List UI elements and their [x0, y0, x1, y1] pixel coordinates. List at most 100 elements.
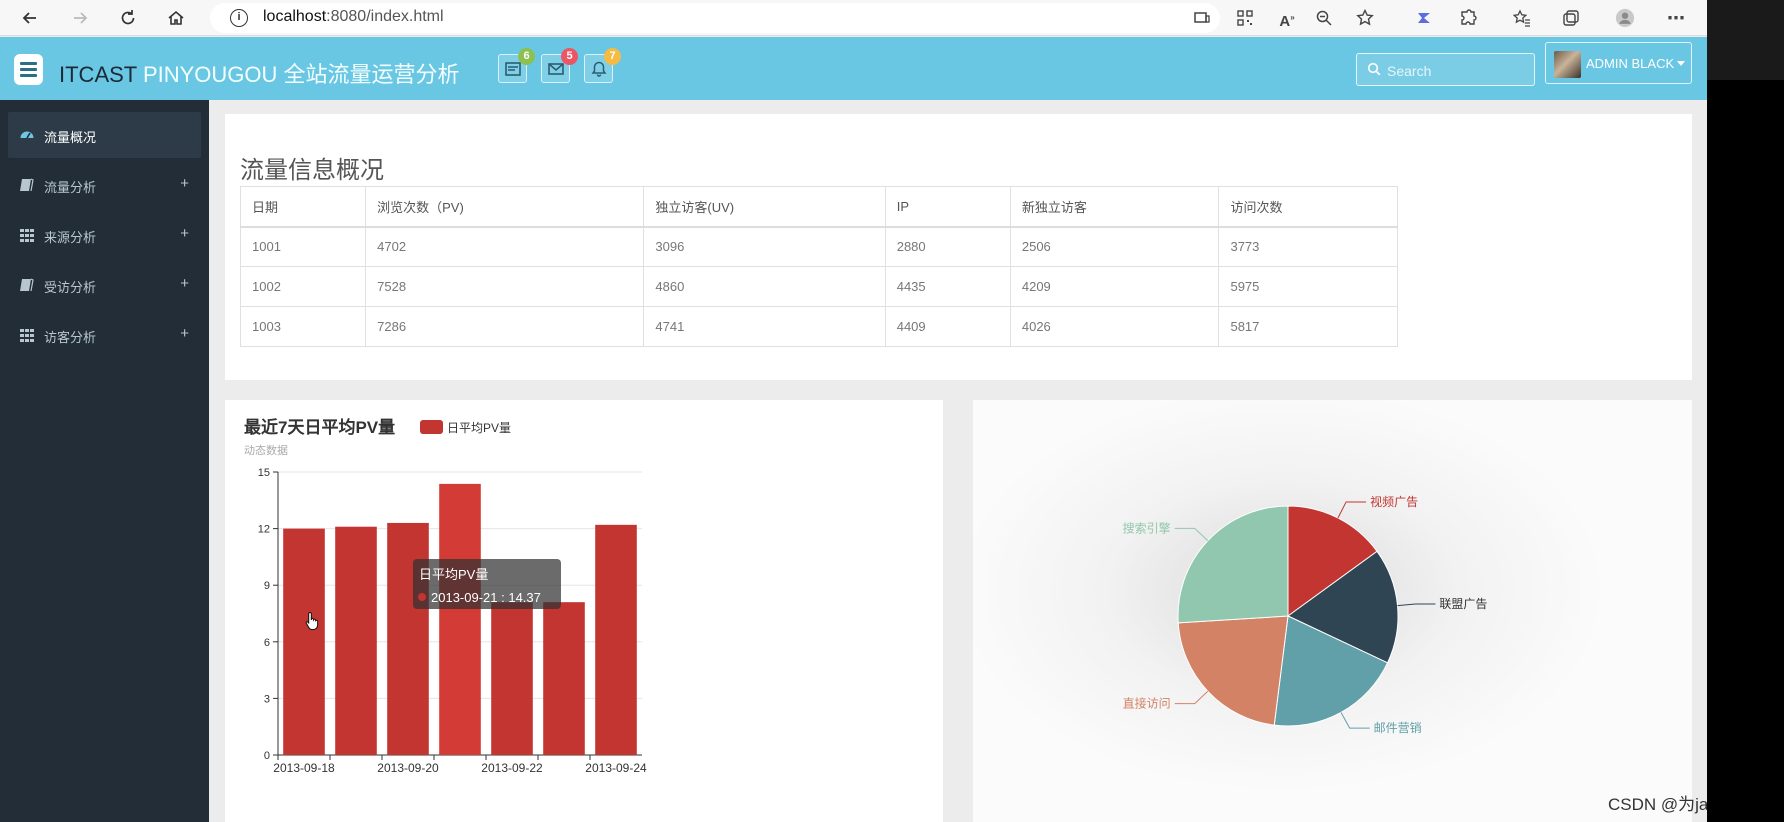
search-icon	[1367, 62, 1381, 76]
sidebar-item-source-analysis[interactable]: 来源分析 +	[8, 212, 201, 258]
extensions-puzzle-icon[interactable]	[1456, 6, 1480, 30]
grid-icon	[20, 229, 34, 242]
book-icon	[20, 278, 34, 292]
search-input[interactable]	[1387, 60, 1527, 81]
mail-button[interactable]: 5	[541, 48, 578, 83]
collections-icon[interactable]	[1559, 6, 1583, 30]
table-cell: 3773	[1218, 226, 1398, 267]
url-text[interactable]: localhost:8080/index.html	[263, 8, 444, 26]
pie-label: 直接访问	[1123, 696, 1171, 711]
bell-icon	[591, 61, 607, 77]
x-tick-label: 2013-09-22	[481, 761, 543, 775]
url-host: localhost	[263, 8, 327, 25]
column-header: 浏览次数（PV)	[365, 186, 645, 228]
pie-label: 邮件营销	[1374, 721, 1422, 735]
sidebar: 流量概况 流量分析 + 来源分析 + 受访分析 + 访客分析 +	[0, 100, 209, 822]
sidebar-toggle-button[interactable]	[14, 54, 43, 85]
table-cell: 4741	[643, 306, 886, 347]
chart-title: 最近7天日平均PV量	[244, 417, 395, 437]
browser-toolbar: i localhost:8080/index.html A» ⋯	[0, 0, 1707, 36]
y-tick-label: 0	[264, 750, 270, 762]
pie-label: 搜索引擎	[1123, 520, 1171, 535]
y-tick-label: 15	[258, 467, 270, 479]
bar	[283, 528, 325, 755]
column-header: 独立访客(UV)	[643, 186, 886, 228]
x-tick-label: 2013-09-18	[273, 761, 335, 775]
overview-title: 流量信息概况	[240, 157, 384, 184]
chart-subtitle: 动态数据	[244, 443, 288, 457]
app-header: ITCAST PINYOUGOU 全站流量运营分析 6 5 7 ADMIN BL…	[0, 37, 1707, 100]
x-tick-label: 2013-09-20	[377, 761, 439, 775]
user-menu-button[interactable]: ADMIN BLACK	[1545, 42, 1692, 84]
favorite-add-icon[interactable]	[1353, 6, 1377, 30]
column-header: 日期	[239, 186, 367, 228]
sidebar-item-label: 受访分析	[44, 280, 97, 295]
table-cell: 4435	[884, 266, 1011, 307]
bar	[543, 602, 585, 755]
table-cell: 3096	[643, 226, 886, 267]
table-cell: 4209	[1009, 266, 1220, 307]
messages-button[interactable]: 6	[498, 48, 535, 83]
app-title: ITCAST PINYOUGOU 全站流量运营分析	[59, 57, 460, 89]
notifications-badge: 7	[604, 48, 621, 65]
hamburger-icon	[20, 68, 37, 71]
tooltip-marker	[418, 593, 426, 601]
bar	[439, 483, 481, 755]
qr-code-icon[interactable]	[1233, 6, 1257, 30]
sidebar-item-visitor-analysis[interactable]: 访客分析 +	[8, 312, 201, 358]
expand-plus-icon: +	[180, 175, 189, 192]
grid-icon	[20, 329, 34, 342]
app-title-highlight: PINYOUGOU 全站流量运营分析	[142, 62, 460, 87]
tooltip-text: 2013-09-21 : 14.37	[431, 590, 541, 605]
site-info-icon[interactable]: i	[230, 9, 248, 27]
forward-icon[interactable]	[68, 6, 92, 30]
sidebar-item-traffic-overview[interactable]: 流量概况	[8, 112, 201, 158]
overview-panel: 流量信息概况 日期 浏览次数（PV) 独立访客(UV) IP 新独立访客 访问次…	[225, 114, 1692, 380]
pie-label-line	[1174, 690, 1209, 705]
table-cell: 1003	[239, 306, 367, 347]
bar-chart[interactable]: 最近7天日平均PV量动态数据日平均PV量036912152013-09-18 20…	[225, 400, 943, 822]
sidebar-item-label: 流量概况	[44, 130, 97, 145]
app-title-main: ITCAST	[59, 62, 137, 87]
search-box[interactable]	[1356, 53, 1535, 86]
home-icon[interactable]	[164, 6, 188, 30]
column-header: 访问次数	[1218, 186, 1398, 228]
pie-label-line	[1337, 501, 1367, 519]
overview-table: 日期 浏览次数（PV) 独立访客(UV) IP 新独立访客 访问次数 1001 …	[239, 186, 1398, 347]
table-row: 1001 4702 3096 2880 2506 3773	[239, 226, 1398, 267]
app-available-icon[interactable]	[1190, 6, 1214, 30]
sidebar-item-label: 来源分析	[44, 230, 97, 245]
mail-badge: 5	[561, 48, 578, 65]
pie-label-line	[1340, 712, 1370, 729]
pie-chart[interactable]: 视频广告联盟广告邮件营销 直接访问 搜索引擎	[973, 400, 1692, 822]
y-tick-label: 9	[264, 580, 270, 592]
extension-icon[interactable]	[1412, 6, 1436, 30]
sidebar-item-visited-analysis[interactable]: 受访分析 +	[8, 262, 201, 308]
pie-slice	[1177, 615, 1289, 726]
pie-label: 视频广告	[1370, 494, 1418, 509]
favorites-icon[interactable]	[1510, 6, 1534, 30]
tooltip-title: 日平均PV量	[419, 567, 488, 582]
table-cell: 2880	[884, 226, 1011, 267]
pie-label-line	[1174, 527, 1209, 542]
read-aloud-icon[interactable]: A»	[1275, 6, 1299, 30]
pie-label-line	[1397, 603, 1436, 607]
hamburger-icon	[20, 74, 37, 77]
zoom-out-icon[interactable]	[1312, 6, 1336, 30]
y-tick-label: 6	[264, 637, 270, 649]
x-tick-label: 2013-09-24	[585, 761, 647, 775]
notifications-button[interactable]: 7	[584, 48, 621, 83]
back-icon[interactable]	[18, 6, 42, 30]
y-tick-label: 3	[264, 693, 270, 705]
browser-window: i localhost:8080/index.html A» ⋯ ITCAST …	[0, 0, 1707, 822]
reload-icon[interactable]	[116, 6, 140, 30]
chart-tooltip: 日平均PV量 2013-09-21 : 14.37	[413, 559, 561, 609]
bar	[335, 526, 377, 755]
bar	[387, 522, 429, 755]
profile-icon[interactable]	[1613, 6, 1637, 30]
book-icon	[20, 178, 34, 192]
sidebar-item-traffic-analysis[interactable]: 流量分析 +	[8, 162, 201, 208]
messages-badge: 6	[518, 48, 535, 65]
more-options-icon[interactable]: ⋯	[1664, 6, 1688, 30]
table-cell: 2506	[1009, 226, 1220, 267]
